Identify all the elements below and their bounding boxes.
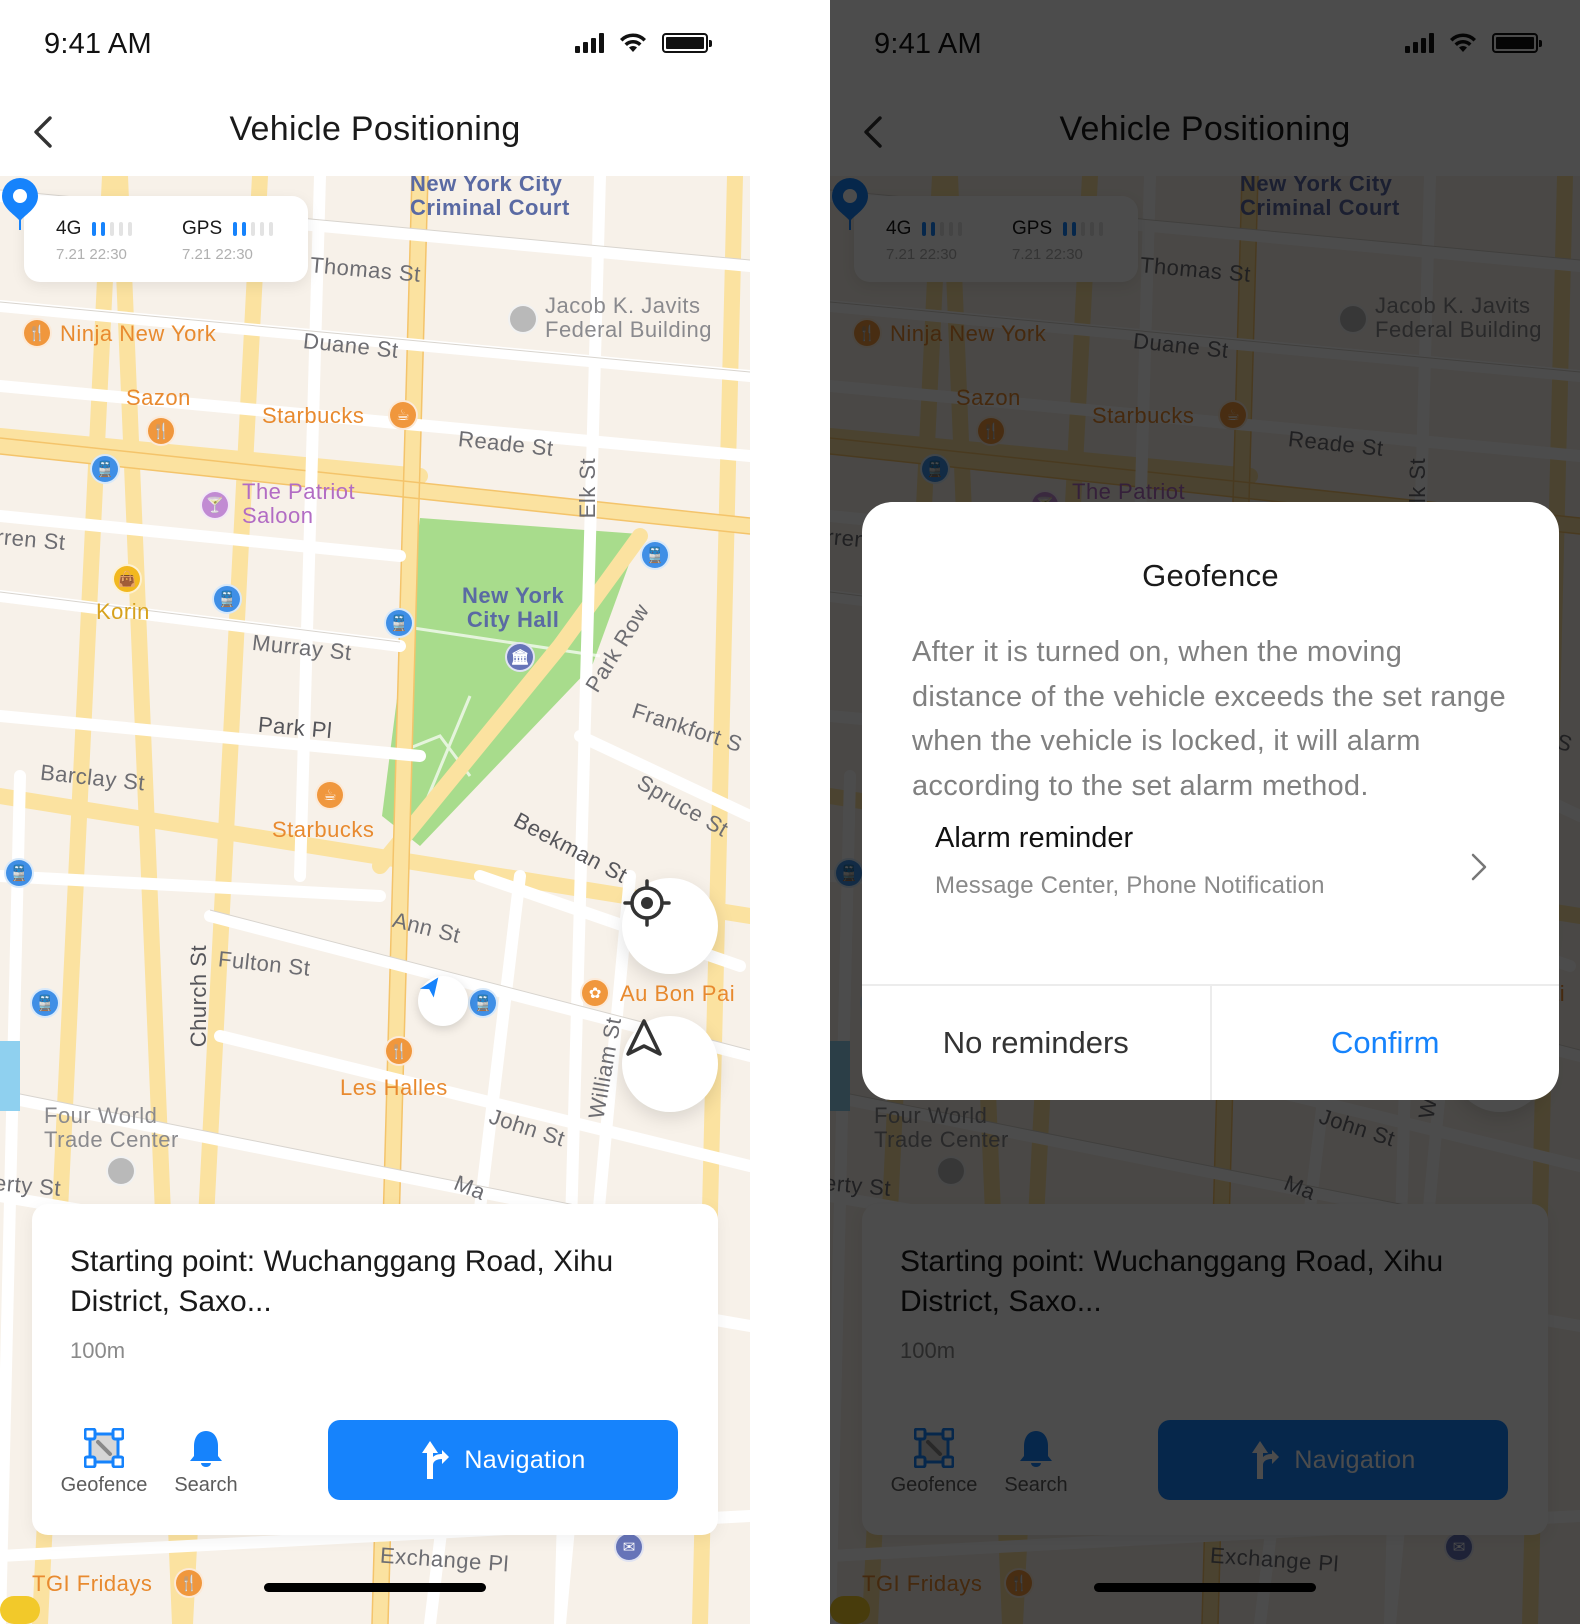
signal-bar xyxy=(268,222,273,236)
crosshair-icon xyxy=(623,879,671,927)
gps-time: 7.21 22:30 xyxy=(182,246,253,263)
bar-icon: 🍸 xyxy=(200,490,230,520)
dialog-description: After it is turned on, when the moving d… xyxy=(912,636,1506,802)
geofence-icon xyxy=(84,1428,124,1468)
network-label: 4G xyxy=(56,218,82,239)
bell-icon xyxy=(190,1431,222,1467)
map-label-tgi-fridays: TGI Fridays xyxy=(32,1571,153,1596)
transit-icon: 🚆 xyxy=(4,858,34,888)
battery-icon xyxy=(662,33,712,53)
network-strength-bars xyxy=(91,222,132,236)
map-label-au-bon-pain: Au Bon Pai xyxy=(620,981,736,1006)
shopping-icon: 👜 xyxy=(112,564,142,594)
map-label-city-hall: New York City Hall xyxy=(462,583,565,632)
map-label-ninja: Ninja New York xyxy=(60,321,217,346)
signal-bar xyxy=(118,222,123,236)
signal-bar xyxy=(100,222,105,236)
transit-icon: 🚆 xyxy=(212,584,242,614)
restaurant-icon: 🍴 xyxy=(146,416,176,446)
status-time: 9:41 AM xyxy=(44,28,152,60)
screen-geofence-dialog: 9:41 AM Vehicle Positioning xyxy=(830,0,1580,1624)
map-label-starbucks-1: Starbucks xyxy=(262,403,365,428)
transit-icon: 🚆 xyxy=(30,988,60,1018)
gps-signal: GPS 7.21 22:30 xyxy=(182,218,273,263)
network-signal: 4G 7.21 22:30 xyxy=(56,218,132,263)
signal-bar xyxy=(250,222,255,236)
mail-icon: ✉ xyxy=(614,1532,644,1562)
transit-icon: 🚆 xyxy=(468,988,498,1018)
map-label-sazon: Sazon xyxy=(126,385,191,410)
map-label-korin: Korin xyxy=(96,599,150,624)
map-label-four-wtc: Four World Trade Center xyxy=(44,1103,179,1152)
dialog-title: Geofence xyxy=(1142,558,1279,593)
navigation-button[interactable]: Navigation xyxy=(328,1420,678,1500)
starting-point-text: Starting point: Wuchanggang Road, Xihu D… xyxy=(70,1245,614,1318)
nav-bar: Vehicle Positioning xyxy=(0,88,750,176)
landmark-icon xyxy=(106,1156,136,1186)
network-time: 7.21 22:30 xyxy=(56,246,127,263)
cafe-icon: ☕ xyxy=(315,780,345,810)
navigation-label: Navigation xyxy=(464,1445,586,1474)
signal-bar xyxy=(259,222,264,236)
dialog-footer: No reminders Confirm xyxy=(862,984,1559,1100)
bakery-icon: ✿ xyxy=(580,978,610,1008)
alarm-reminder-row[interactable]: Alarm reminder Message Center, Phone Not… xyxy=(862,814,1559,924)
alarm-reminder-title: Alarm reminder xyxy=(935,822,1134,854)
signal-bar xyxy=(91,222,96,236)
map-label-les-halles: Les Halles xyxy=(340,1075,448,1100)
map-label-liberty-st: erty St xyxy=(0,1170,63,1201)
restaurant-icon: 🍴 xyxy=(384,1036,414,1066)
confirm-button[interactable]: Confirm xyxy=(1212,986,1560,1100)
transit-icon: 🚆 xyxy=(384,608,414,638)
landmark-icon xyxy=(508,304,538,334)
map-label-patriot: The Patriot Saloon xyxy=(242,479,356,528)
route-info-card: Starting point: Wuchanggang Road, Xihu D… xyxy=(32,1204,718,1535)
search-button[interactable]: Search xyxy=(156,1428,256,1497)
geofence-button[interactable]: Geofence xyxy=(54,1428,154,1497)
vehicle-marker[interactable] xyxy=(418,976,468,1026)
screen-map: 9:41 AM Vehicle Positioning New York Cit… xyxy=(0,0,750,1624)
signal-status-card: 4G 7.21 22:30 GPS 7.21 22:30 xyxy=(24,196,308,282)
compass-button[interactable] xyxy=(622,1016,718,1112)
geofence-label: Geofence xyxy=(60,1474,148,1496)
transit-icon: 🚆 xyxy=(90,454,120,484)
signal-bar xyxy=(241,222,246,236)
map-label-elk-st: Elk St xyxy=(575,457,601,519)
no-reminders-button[interactable]: No reminders xyxy=(862,986,1212,1100)
restaurant-icon: 🍴 xyxy=(174,1568,204,1598)
transit-icon: 🚆 xyxy=(640,540,670,570)
gps-strength-bars xyxy=(232,222,273,236)
gps-label: GPS xyxy=(182,218,223,239)
search-label: Search xyxy=(174,1474,238,1496)
geofence-dialog: Geofence After it is turned on, when the… xyxy=(862,502,1559,1100)
status-icons xyxy=(575,32,712,54)
vehicle-arrow-icon xyxy=(419,977,439,998)
distance-text: 100m xyxy=(70,1338,126,1363)
navigation-arrow-icon xyxy=(626,1019,662,1056)
map-label-starbucks-2: Starbucks xyxy=(272,817,375,842)
home-indicator xyxy=(264,1583,486,1592)
wifi-icon xyxy=(620,33,646,52)
cellular-signal-icon xyxy=(575,33,604,53)
alarm-reminder-value: Message Center, Phone Notification xyxy=(935,872,1325,899)
restaurant-icon: 🍴 xyxy=(22,318,52,348)
status-bar: 9:41 AM xyxy=(0,0,750,88)
map-label-criminal-court: New York City Criminal Court xyxy=(410,176,570,220)
location-pin-icon[interactable] xyxy=(0,176,40,232)
signal-bar xyxy=(232,222,237,236)
map-label-javits: Jacob K. Javits Federal Building xyxy=(545,293,712,342)
signal-bar xyxy=(127,222,132,236)
cafe-icon: ☕ xyxy=(388,400,418,430)
page-title: Vehicle Positioning xyxy=(229,110,521,148)
chevron-right-icon xyxy=(1471,853,1487,881)
locate-button[interactable] xyxy=(622,878,718,974)
map-label-church-st: Church St xyxy=(186,944,212,1048)
route-fork-icon xyxy=(422,1441,450,1479)
government-icon: 🏛 xyxy=(505,642,535,672)
signal-bar xyxy=(109,222,114,236)
